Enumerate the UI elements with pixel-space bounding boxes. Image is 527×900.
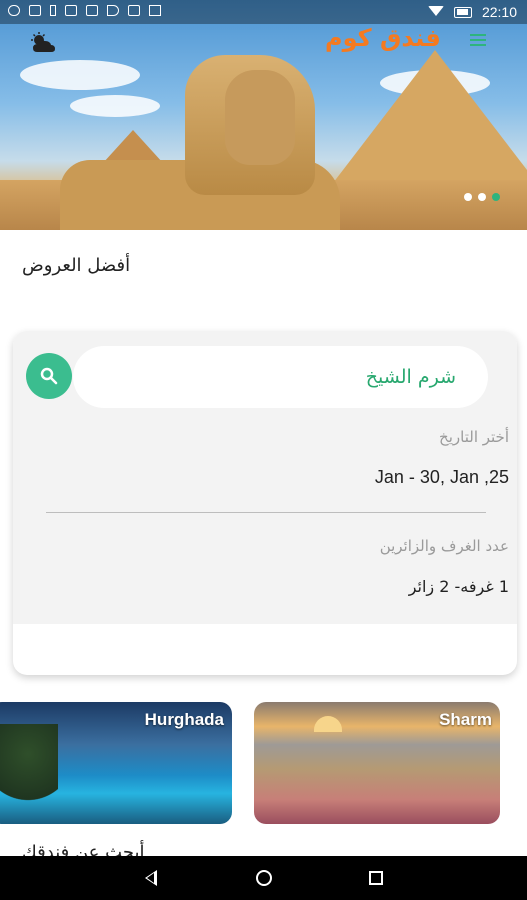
sphinx-face (225, 70, 295, 165)
date-label: أختر التاريخ (439, 428, 509, 446)
lock-icon (65, 5, 77, 16)
date-picker[interactable]: Jan - 30, Jan ,25 (375, 467, 509, 488)
carousel-dot-active[interactable] (492, 193, 500, 201)
destination-card-hurghada[interactable]: Hurghada (0, 702, 232, 824)
app-logo: فندق كوم (325, 24, 441, 52)
guests-picker[interactable]: 1 غرفه- 2 زائر (409, 577, 509, 596)
carousel-indicator (464, 193, 500, 201)
screen-notification-icon (29, 5, 41, 16)
destination-card-sharm[interactable]: Sharm (254, 702, 500, 824)
destination-label: Hurghada (144, 710, 224, 729)
play-store-icon (107, 5, 119, 16)
cloud (20, 60, 140, 90)
cloud-sun-icon[interactable] (30, 32, 56, 54)
back-icon[interactable] (145, 870, 157, 886)
status-time: 22:10 (481, 4, 517, 20)
home-icon[interactable] (256, 870, 272, 886)
guests-label: عدد الغرف والزائرين (379, 537, 509, 555)
recent-apps-icon[interactable] (369, 871, 383, 885)
destination-label: Sharm (439, 710, 492, 729)
cloud-notification-icon (8, 5, 20, 16)
menu-icon[interactable] (470, 34, 486, 46)
carousel-dot[interactable] (464, 193, 472, 201)
cloud (70, 95, 160, 117)
sunset (314, 716, 342, 732)
image-notification-icon (86, 5, 98, 16)
carousel-dot[interactable] (478, 193, 486, 201)
system-icons: 22:10 (427, 4, 517, 20)
battery-icon (453, 6, 472, 18)
destination-input[interactable] (73, 346, 488, 408)
usb-icon (50, 5, 56, 16)
best-offers-title: أفضل العروض (22, 255, 131, 276)
warning-icon (149, 5, 161, 16)
search-icon (40, 367, 58, 385)
status-bar: 22:10 (0, 0, 527, 24)
divider (46, 512, 486, 513)
search-card: أختر التاريخ Jan - 30, Jan ,25 عدد الغرف… (13, 331, 517, 675)
palm-tree (0, 724, 58, 824)
hero-banner[interactable] (0, 0, 527, 230)
notification-icons (8, 5, 161, 16)
search-button[interactable] (26, 353, 72, 399)
camera-icon (128, 5, 140, 16)
pyramid-large (320, 50, 527, 200)
navigation-bar (0, 856, 527, 900)
wifi-icon (427, 6, 444, 18)
